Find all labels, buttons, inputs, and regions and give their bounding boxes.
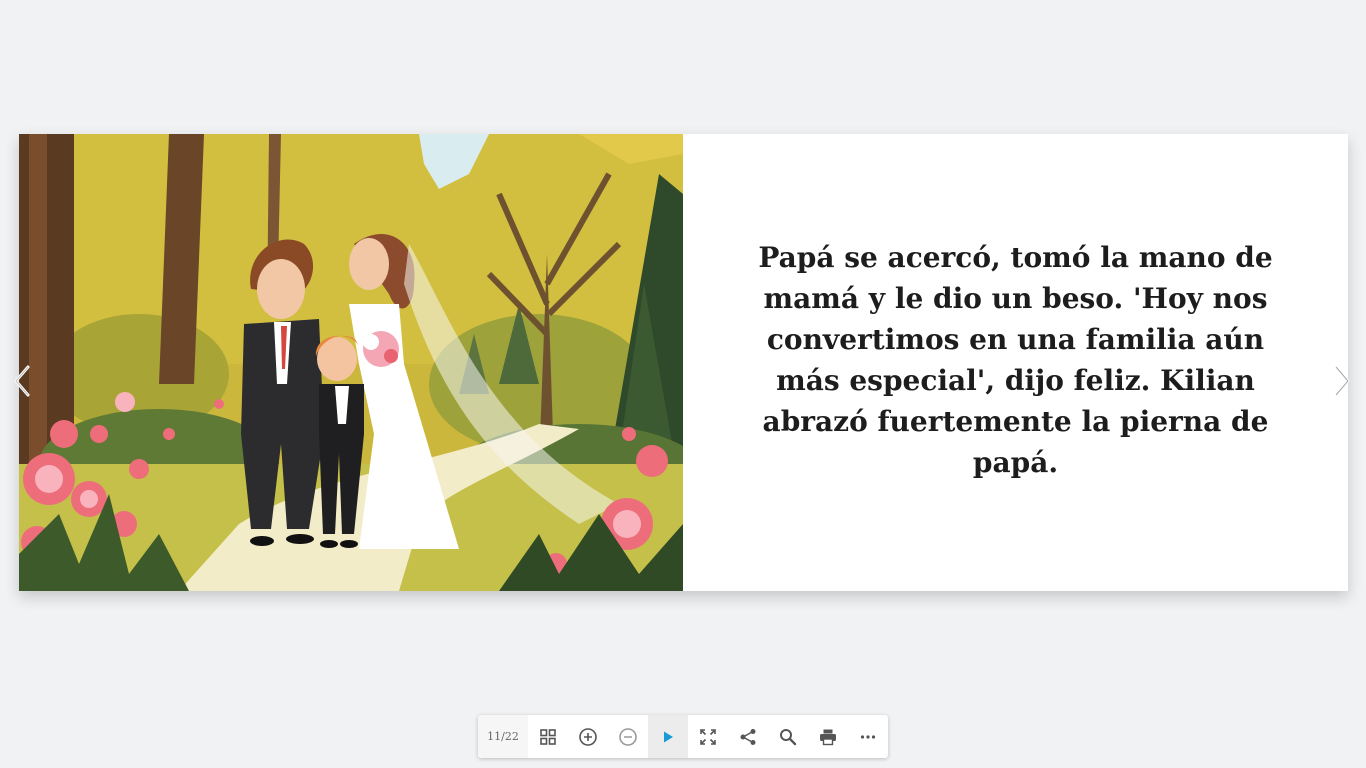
search-button[interactable] (768, 715, 808, 758)
prev-page-button[interactable] (8, 362, 36, 400)
fullscreen-icon (700, 728, 716, 745)
search-icon (780, 728, 797, 745)
print-button[interactable] (808, 715, 848, 758)
share-icon (740, 728, 756, 745)
book-spread: Papá se acercó, tomó la mano de mamá y l… (19, 134, 1348, 591)
grid-icon (540, 728, 556, 745)
print-icon (820, 729, 836, 745)
fullscreen-button[interactable] (688, 715, 728, 758)
chevron-left-icon (14, 365, 30, 397)
more-icon (860, 734, 876, 739)
right-page: Papá se acercó, tomó la mano de mamá y l… (683, 134, 1348, 591)
zoom-out-button[interactable] (608, 715, 648, 758)
thumbnails-button[interactable] (528, 715, 568, 758)
play-icon (664, 731, 673, 742)
share-button[interactable] (728, 715, 768, 758)
zoom-in-icon (579, 727, 597, 746)
next-page-button[interactable] (1328, 362, 1356, 400)
story-text: Papá se acercó, tomó la mano de mamá y l… (758, 240, 1273, 479)
page-counter[interactable]: 11/22 (478, 715, 528, 758)
left-page (19, 134, 683, 591)
viewer-toolbar: 11/22 (478, 715, 888, 758)
chevron-right-icon (1334, 365, 1350, 397)
zoom-out-icon (619, 727, 637, 746)
more-options-button[interactable] (848, 715, 888, 758)
wedding-scene-illustration (19, 134, 683, 591)
flipbook-viewer: Papá se acercó, tomó la mano de mamá y l… (0, 0, 1366, 768)
autoplay-button[interactable] (648, 715, 688, 758)
zoom-in-button[interactable] (568, 715, 608, 758)
